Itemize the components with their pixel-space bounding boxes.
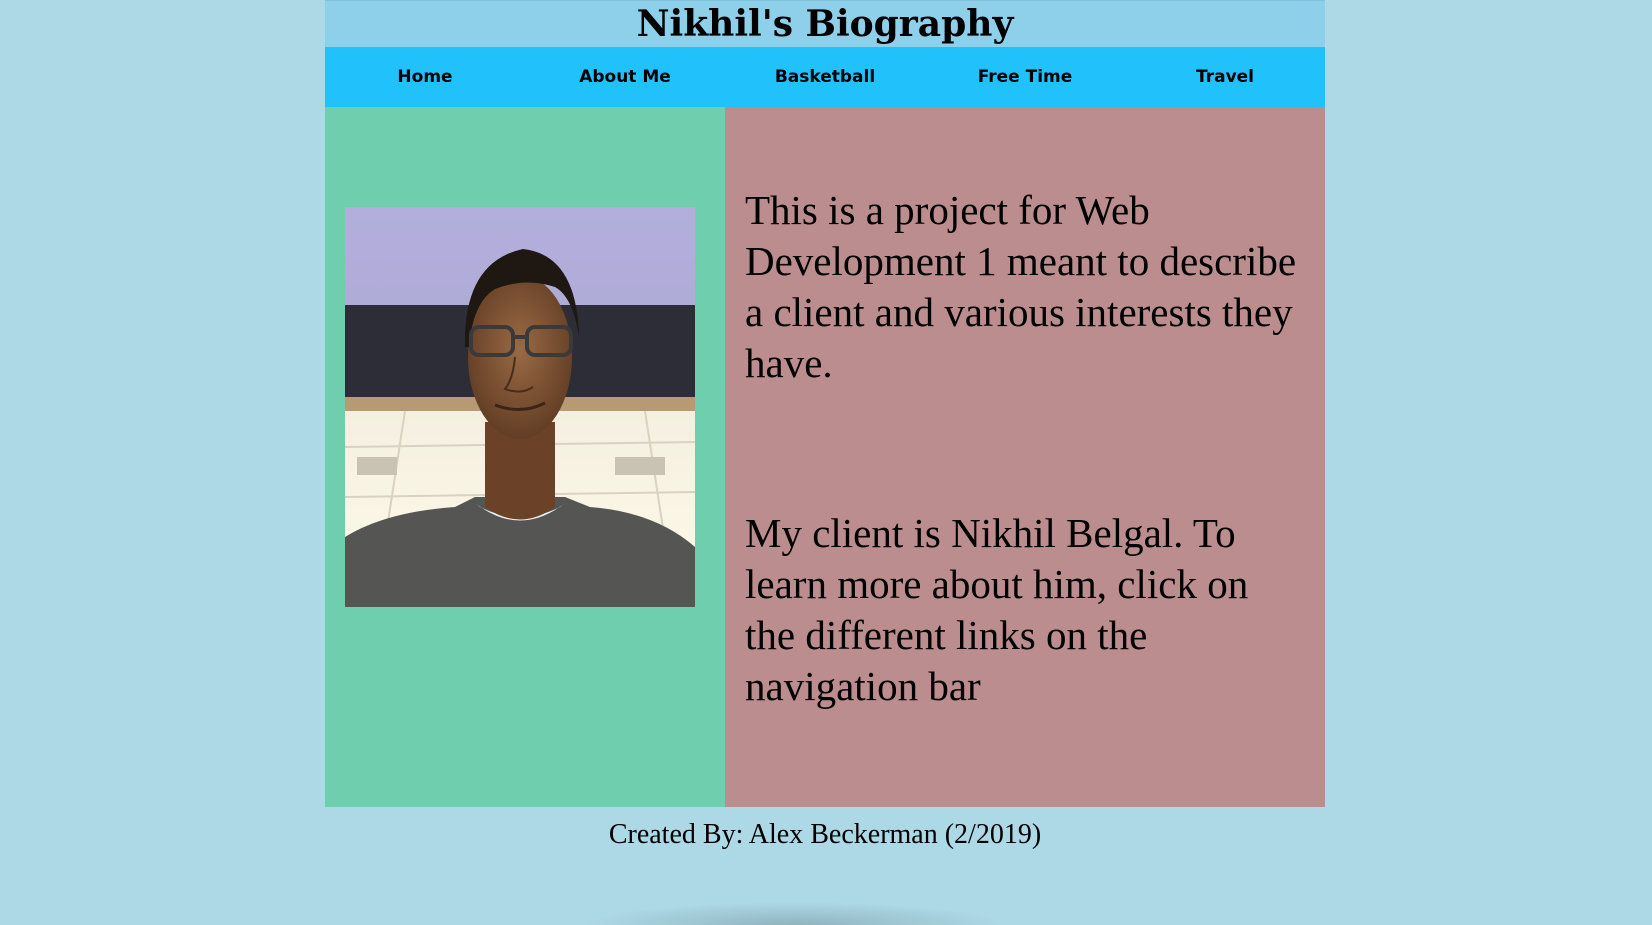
nav-link-basketball[interactable]: Basketball xyxy=(725,47,925,107)
photo-column xyxy=(325,107,725,807)
title-bar: Nikhil's Biography xyxy=(325,0,1325,47)
footer-credit: Created By: Alex Beckerman (2/2019) xyxy=(608,819,1042,850)
project-description: This is a project for Web Development 1 … xyxy=(745,187,1297,386)
page-title: Nikhil's Biography xyxy=(636,3,1014,45)
client-description: My client is Nikhil Belgal. To learn mor… xyxy=(745,510,1249,709)
page-container: Nikhil's Biography Home About Me Basketb… xyxy=(325,0,1325,863)
nav-link-about-me[interactable]: About Me xyxy=(525,47,725,107)
client-photo-image xyxy=(345,207,695,607)
navigation-bar: Home About Me Basketball Free Time Trave… xyxy=(325,47,1325,107)
nav-link-travel[interactable]: Travel xyxy=(1125,47,1325,107)
nav-link-free-time[interactable]: Free Time xyxy=(925,47,1125,107)
main-content: This is a project for Web Development 1 … xyxy=(325,107,1325,807)
nav-link-home[interactable]: Home xyxy=(325,47,525,107)
description-column: This is a project for Web Development 1 … xyxy=(725,107,1325,807)
bottom-shadow xyxy=(585,902,1005,925)
client-photo xyxy=(345,207,695,607)
